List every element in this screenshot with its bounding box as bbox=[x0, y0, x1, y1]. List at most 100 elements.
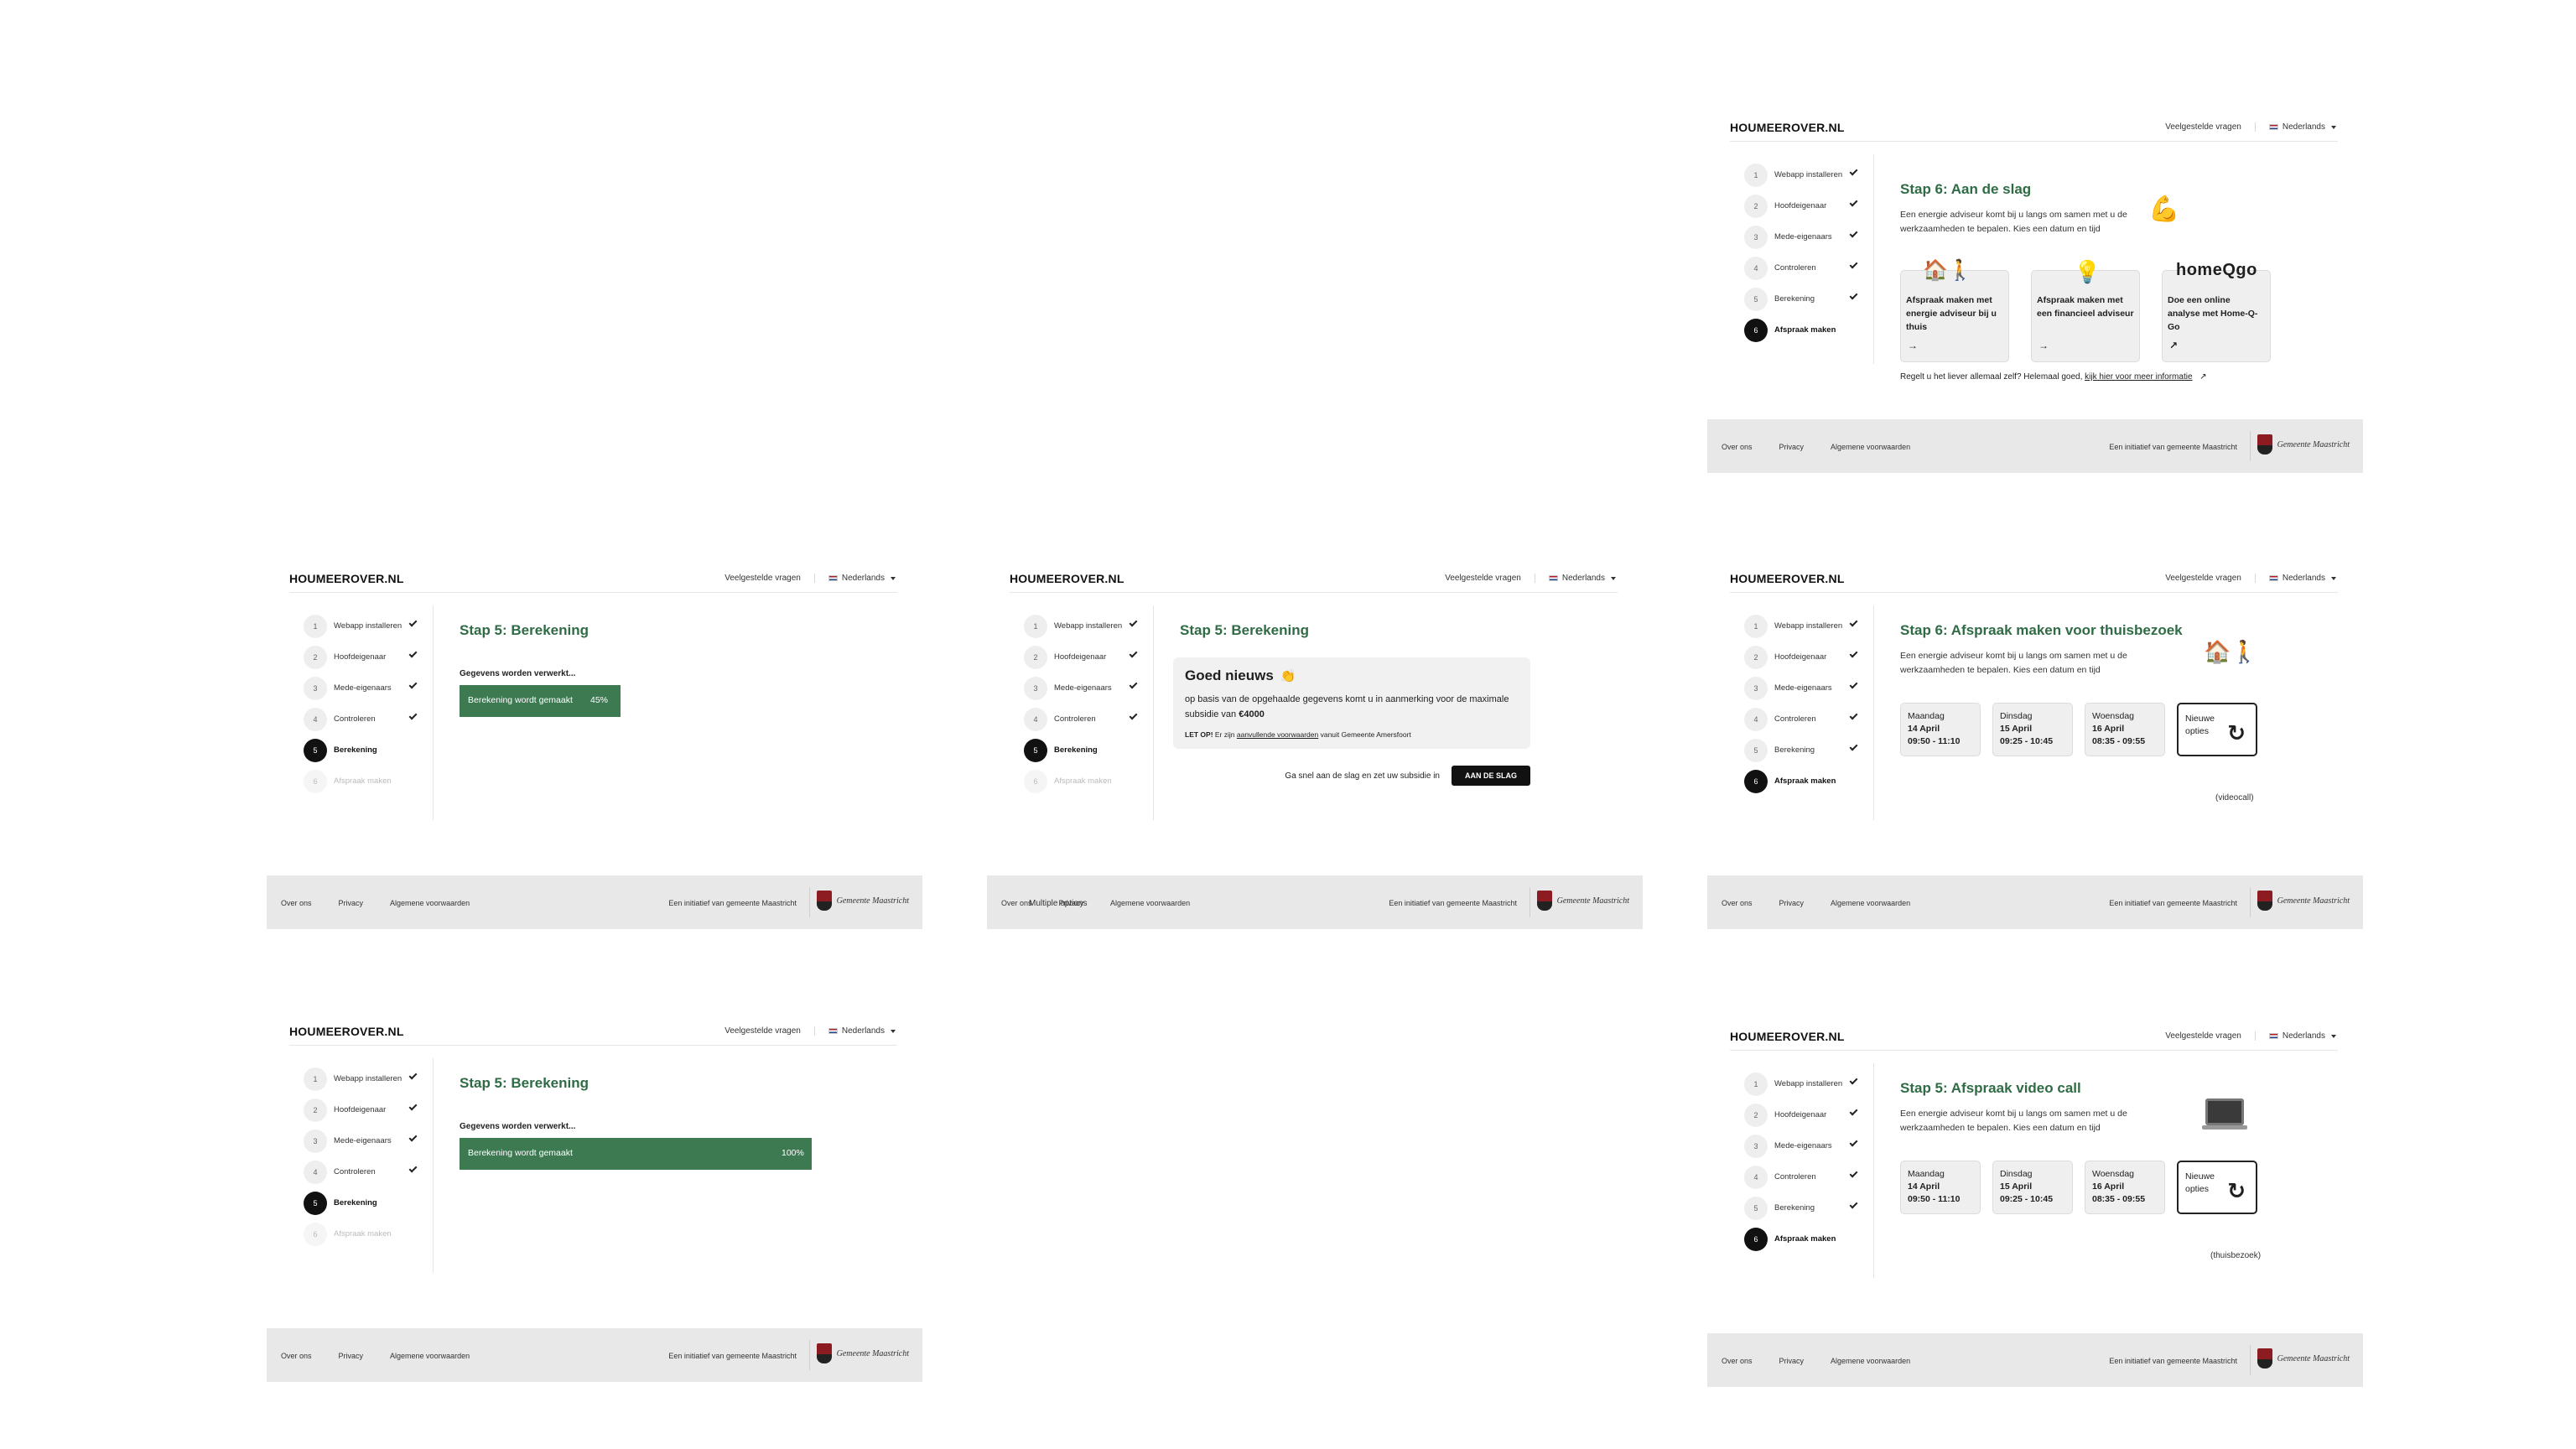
step-item[interactable]: 2 Hoofdeigenaar bbox=[1024, 641, 1141, 673]
chevron-down-icon bbox=[2331, 126, 2336, 129]
new-options-button[interactable]: Nieuwe opties ↻ bbox=[2177, 1161, 2257, 1214]
new-options-button[interactable]: Nieuwe opties ↻ bbox=[2177, 703, 2257, 756]
footer-link-privacy[interactable]: Privacy bbox=[1779, 1357, 1805, 1365]
step-item[interactable]: 1 Webapp installeren bbox=[1744, 610, 1862, 641]
date-slot[interactable]: Woensdag 16 April 08:35 - 09:55 bbox=[2085, 1161, 2165, 1214]
step-item[interactable]: 5 Berekening bbox=[1744, 735, 1862, 766]
step-item-active[interactable]: 5 Berekening bbox=[304, 735, 421, 766]
footer-link-over-ons[interactable]: Over ons bbox=[1722, 1357, 1753, 1365]
footer-link-voorwaarden[interactable]: Algemene voorwaarden bbox=[390, 1352, 470, 1360]
gemeente-logo[interactable]: Gemeente Maastricht bbox=[2257, 891, 2350, 911]
step-item[interactable]: 3 Mede-eigenaars bbox=[304, 673, 421, 704]
faq-link[interactable]: Veelgestelde vragen bbox=[724, 574, 815, 583]
step-item[interactable]: 1 Webapp installeren bbox=[1744, 159, 1862, 190]
footer-link-over-ons[interactable]: Over ons bbox=[1722, 443, 1753, 451]
language-selector[interactable]: Nederlands bbox=[828, 574, 896, 583]
step-item[interactable]: 1 Webapp installeren bbox=[1744, 1068, 1862, 1099]
step-item[interactable]: 5 Berekening bbox=[1744, 283, 1862, 314]
date-slot[interactable]: Woensdag 16 April 08:35 - 09:55 bbox=[2085, 703, 2165, 756]
gemeente-logo[interactable]: Gemeente Maastricht bbox=[816, 1343, 909, 1363]
step-item[interactable]: 1 Webapp installeren bbox=[304, 610, 421, 641]
card-home-q-go[interactable]: homeQgo Doe een online analyse met Home-… bbox=[2162, 261, 2271, 362]
footer-link-voorwaarden[interactable]: Algemene voorwaarden bbox=[1831, 443, 1910, 451]
gemeente-logo[interactable]: Gemeente Maastricht bbox=[816, 891, 909, 911]
footer-link-privacy[interactable]: Privacy bbox=[339, 1352, 364, 1360]
top-nav: Veelgestelde vragen Nederlands bbox=[2165, 122, 2336, 132]
more-info-link[interactable]: kijk hier voor meer informatie bbox=[2085, 372, 2192, 382]
conditions-link[interactable]: aanvullende voorwaarden bbox=[1237, 730, 1318, 739]
date-slot[interactable]: Dinsdag 15 April 09:25 - 10:45 bbox=[1992, 1161, 2073, 1214]
aan-de-slag-button[interactable]: AAN DE SLAG bbox=[1451, 766, 1530, 787]
step-number: 4 bbox=[1024, 707, 1047, 731]
footer-link-privacy[interactable]: Privacy bbox=[1779, 443, 1805, 451]
step-item-active[interactable]: 6 Afspraak maken bbox=[1744, 766, 1862, 797]
step-item-active[interactable]: 6 Afspraak maken bbox=[1744, 1223, 1862, 1254]
step-item[interactable]: 4 Controleren bbox=[1024, 704, 1141, 735]
step-item-active[interactable]: 5 Berekening bbox=[1024, 735, 1141, 766]
footer-link-over-ons[interactable]: Over ons bbox=[1001, 899, 1032, 907]
gemeente-logo[interactable]: Gemeente Maastricht bbox=[2257, 1348, 2350, 1368]
card-energy-advisor[interactable]: 🏠🚶 Afspraak maken met energie adviseur b… bbox=[1900, 259, 2009, 362]
alternative-link[interactable]: (thuisbezoek) bbox=[2210, 1251, 2261, 1260]
footer-link-privacy[interactable]: Privacy bbox=[339, 899, 364, 907]
step-item[interactable]: 3 Mede-eigenaars bbox=[304, 1125, 421, 1156]
footer-divider bbox=[2250, 887, 2251, 917]
step-number: 2 bbox=[304, 1098, 327, 1122]
step-item[interactable]: 4 Controleren bbox=[1744, 252, 1862, 283]
faq-link[interactable]: Veelgestelde vragen bbox=[2165, 574, 2256, 583]
footer-link-voorwaarden[interactable]: Algemene voorwaarden bbox=[1831, 899, 1910, 907]
step-item[interactable]: 4 Controleren bbox=[304, 1156, 421, 1187]
step-item[interactable]: 5 Berekening bbox=[1744, 1192, 1862, 1223]
step-item[interactable]: 4 Controleren bbox=[1744, 704, 1862, 735]
footer-link-over-ons[interactable]: Over ons bbox=[281, 899, 312, 907]
footer-link-over-ons[interactable]: Over ons bbox=[281, 1352, 312, 1360]
step-item[interactable]: 3 Mede-eigenaars bbox=[1024, 673, 1141, 704]
step-item[interactable]: 2 Hoofdeigenaar bbox=[304, 641, 421, 673]
footer-link-voorwaarden[interactable]: Algemene voorwaarden bbox=[390, 899, 470, 907]
brand-logo[interactable]: HOUMEEROVER.NL bbox=[1010, 572, 1124, 585]
brand-logo[interactable]: HOUMEEROVER.NL bbox=[289, 572, 404, 585]
footer-link-over-ons[interactable]: Over ons bbox=[1722, 899, 1753, 907]
faq-link[interactable]: Veelgestelde vragen bbox=[1445, 574, 1535, 583]
faq-link[interactable]: Veelgestelde vragen bbox=[2165, 122, 2256, 132]
more-info-prefix: Regelt u het liever allemaal zelf? Helem… bbox=[1900, 372, 2085, 382]
step-item[interactable]: 2 Hoofdeigenaar bbox=[1744, 1099, 1862, 1130]
vertical-divider bbox=[1873, 1063, 1874, 1278]
card-financial-advisor[interactable]: 💡 Afspraak maken met een financieel advi… bbox=[2031, 259, 2140, 362]
brand-logo[interactable]: HOUMEEROVER.NL bbox=[1730, 121, 1845, 134]
footer-link-voorwaarden[interactable]: Algemene voorwaarden bbox=[1831, 1357, 1910, 1365]
step-item[interactable]: 1 Webapp installeren bbox=[304, 1063, 421, 1094]
footer-link-voorwaarden[interactable]: Algemene voorwaarden bbox=[1110, 899, 1190, 907]
step-item[interactable]: 3 Mede-eigenaars bbox=[1744, 221, 1862, 252]
language-selector[interactable]: Nederlands bbox=[828, 1026, 896, 1036]
step-item[interactable]: 2 Hoofdeigenaar bbox=[304, 1094, 421, 1125]
language-selector[interactable]: Nederlands bbox=[2268, 1031, 2336, 1041]
brand-logo[interactable]: HOUMEEROVER.NL bbox=[289, 1025, 404, 1038]
date-slot[interactable]: Maandag 14 April 09:50 - 11:10 bbox=[1900, 703, 1981, 756]
footer-link-privacy[interactable]: Privacy bbox=[1779, 899, 1805, 907]
language-selector[interactable]: Nederlands bbox=[2268, 122, 2336, 132]
step-item-active[interactable]: 5 Berekening bbox=[304, 1187, 421, 1218]
step-item[interactable]: 3 Mede-eigenaars bbox=[1744, 673, 1862, 704]
language-selector[interactable]: Nederlands bbox=[1548, 574, 1616, 583]
step-item[interactable]: 3 Mede-eigenaars bbox=[1744, 1130, 1862, 1161]
gemeente-logo[interactable]: Gemeente Maastricht bbox=[1536, 891, 1629, 911]
date-slot[interactable]: Dinsdag 15 April 09:25 - 10:45 bbox=[1992, 703, 2073, 756]
step-item[interactable]: 1 Webapp installeren bbox=[1024, 610, 1141, 641]
step-item-active[interactable]: 6 Afspraak maken bbox=[1744, 314, 1862, 345]
step-item[interactable]: 4 Controleren bbox=[1744, 1161, 1862, 1192]
brand-logo[interactable]: HOUMEEROVER.NL bbox=[1730, 1030, 1845, 1043]
step-item[interactable]: 2 Hoofdeigenaar bbox=[1744, 190, 1862, 221]
brand-logo[interactable]: HOUMEEROVER.NL bbox=[1730, 572, 1845, 585]
faq-link[interactable]: Veelgestelde vragen bbox=[724, 1026, 815, 1036]
step-number: 5 bbox=[1744, 1196, 1768, 1220]
step-list: 1 Webapp installeren 2 Hoofdeigenaar 3 Mede… bbox=[304, 1063, 421, 1249]
date-slot[interactable]: Maandag 14 April 09:50 - 11:10 bbox=[1900, 1161, 1981, 1214]
language-selector[interactable]: Nederlands bbox=[2268, 574, 2336, 583]
faq-link[interactable]: Veelgestelde vragen bbox=[2165, 1031, 2256, 1041]
alternative-link[interactable]: (videocall) bbox=[2215, 793, 2254, 802]
gemeente-logo[interactable]: Gemeente Maastricht bbox=[2257, 434, 2350, 454]
step-item[interactable]: 2 Hoofdeigenaar bbox=[1744, 641, 1862, 673]
step-label: Berekening bbox=[1774, 1203, 1815, 1213]
step-item[interactable]: 4 Controleren bbox=[304, 704, 421, 735]
